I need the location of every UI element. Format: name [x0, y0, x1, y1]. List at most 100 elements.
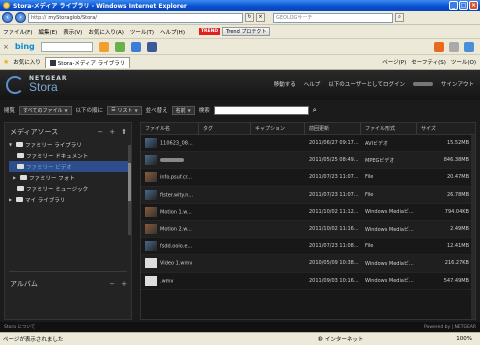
tree-item-family-documents[interactable]: ファミリー ドキュメント	[9, 150, 131, 161]
table-row[interactable]: Video 1.wmv 2010/05/09 10:38... Windows Me…	[141, 255, 475, 273]
search-icon[interactable]: ⌕	[395, 13, 404, 22]
tree-item-family-music[interactable]: ファミリー ミュージック	[9, 183, 131, 194]
column-tag[interactable]: タグ	[199, 122, 251, 135]
table-scrollbar[interactable]	[471, 135, 475, 319]
expanded-icon[interactable]: ▼	[9, 142, 14, 147]
add-icon[interactable]: +	[109, 128, 115, 136]
table-row[interactable]: info.psuf.cr... 2011/07/23 11:07... File 20…	[141, 169, 475, 187]
about-link[interactable]: Stora について	[4, 324, 35, 330]
menu-view[interactable]: 表示(V)	[63, 28, 82, 36]
remove-icon[interactable]: −	[97, 128, 103, 136]
thumbnail-icon	[145, 155, 157, 166]
maximize-button[interactable]: □	[459, 1, 468, 10]
table-row[interactable]: Motion 1.w... 2011/10/02 11:12... Windows …	[141, 204, 475, 221]
table-row[interactable]: fsdd.ooio.e... 2011/07/23 11:08... File 12.…	[141, 238, 475, 256]
mail-icon[interactable]	[98, 41, 109, 52]
table-row[interactable]: 110623_08... 2011/06/27 09:17... AVIビデオ 15.…	[141, 135, 475, 153]
table-row[interactable]: Motion 2.w... 2011/10/02 11:16... Windows …	[141, 220, 475, 239]
globe-icon: ◍	[318, 336, 323, 342]
sidebar-scrollbar[interactable]	[128, 145, 131, 235]
menu-file[interactable]: ファイル(F)	[3, 28, 32, 36]
view-select[interactable]: すべてのファイル ▼	[19, 105, 72, 115]
window-title: Stora-メディア ライブラリ - Windows Internet Expl…	[13, 3, 187, 10]
search-icon[interactable]: ⌕	[313, 106, 317, 115]
stop-icon[interactable]: ×	[256, 13, 265, 22]
safety-menu[interactable]: セーフティ(S)	[411, 58, 446, 66]
column-size[interactable]: サイズ	[417, 123, 473, 135]
column-updated[interactable]: 前回更新	[305, 122, 361, 135]
upload-icon[interactable]: ⬆	[121, 128, 127, 136]
status-bar: ページが表示されました ◍ インターネット 100%	[0, 332, 480, 345]
app-header: NETGEAR Stora 移動する ヘルプ 以下のユーザーとしてログイン サイ…	[0, 70, 480, 100]
bing-bar: × bing	[0, 39, 480, 55]
favorites-star-icon[interactable]: ★	[3, 58, 9, 66]
print-icon[interactable]	[449, 42, 459, 52]
forward-button[interactable]: ›	[15, 12, 26, 23]
menu-tools[interactable]: ツール(T)	[130, 28, 154, 36]
address-bar[interactable]: http:// myStoraglob/Stora/	[28, 12, 243, 23]
nav-help[interactable]: ヘルプ	[304, 80, 321, 88]
cell-text: Windows Mediaビ...	[365, 209, 414, 216]
chevron-down-icon: ▼	[134, 107, 138, 113]
collapsed-icon[interactable]: ▶	[13, 175, 18, 180]
cell-size: 26.78MB	[417, 192, 473, 198]
nav-logged-in-as: 以下のユーザーとしてログイン	[328, 82, 405, 88]
column-type[interactable]: ファイル形式	[361, 122, 417, 135]
cell-text: 2011/07/23 11:07...	[309, 191, 359, 198]
trend-protect-button[interactable]: Trend プロテクト	[222, 27, 271, 36]
cell-size: 846.38MB	[417, 157, 473, 163]
cell-name: info.psuf.cr...	[141, 172, 199, 183]
cell-text: 2011/07/23 11:07...	[309, 174, 359, 181]
tab-stora[interactable]: Stora-メディア ライブラリ	[44, 56, 131, 68]
cell-text: 846.38MB	[443, 157, 469, 164]
tree-item-family-library[interactable]: ▼ ファミリー ライブラリ	[9, 139, 131, 150]
nav-move[interactable]: 移動する	[274, 80, 296, 88]
cell-text: 216.27KB	[444, 260, 469, 267]
cell-text: File	[365, 191, 374, 198]
zoom-level[interactable]: 100%	[456, 336, 472, 342]
close-button[interactable]: ×	[469, 1, 478, 10]
menu-help[interactable]: ヘルプ(H)	[160, 28, 185, 36]
nav-signout[interactable]: サインアウト	[441, 80, 474, 88]
add-album-icon[interactable]: +	[121, 280, 127, 288]
page-menu[interactable]: ページ(P)	[382, 58, 406, 66]
column-caption[interactable]: キャプション	[251, 122, 305, 135]
table-row[interactable]: fister.wity.n... 2011/07/23 11:07... File 2…	[141, 186, 475, 204]
app-footer: Stora について Powered by | NETGEAR	[0, 322, 480, 332]
collapsed-icon[interactable]: ▶	[9, 197, 14, 202]
cell-text: 12.41MB	[446, 243, 469, 250]
file-search-input[interactable]	[213, 105, 309, 115]
minimize-button[interactable]: _	[449, 1, 458, 10]
display-select[interactable]: ☰ リスト ▼	[107, 105, 142, 115]
folder-icon	[17, 164, 24, 169]
cell-type: Windows Mediaビ...	[361, 260, 417, 267]
facebook-icon[interactable]	[146, 41, 157, 52]
bing-search-input[interactable]	[40, 41, 93, 52]
menu-bar: ファイル(F) 編集(E) 表示(V) お気に入り(A) ツール(T) ヘルプ(…	[0, 25, 480, 39]
back-button[interactable]: ‹	[2, 12, 13, 23]
tree-item-family-video[interactable]: ファミリー ビデオ	[9, 161, 131, 172]
remove-album-icon[interactable]: −	[109, 280, 115, 288]
favorites-label[interactable]: お気に入り	[13, 58, 41, 66]
rss-icon[interactable]	[434, 42, 444, 52]
tree-label: ファミリー フォト	[29, 175, 75, 182]
weather-icon[interactable]	[130, 41, 141, 52]
tools-menu[interactable]: ツール(O)	[451, 58, 476, 66]
ie-search-input[interactable]: GEOLOGサーチ	[273, 12, 393, 23]
tree-item-my-library[interactable]: ▶ マイ ライブラリ	[9, 194, 131, 205]
security-zone[interactable]: ◍ インターネット	[318, 335, 363, 343]
sort-select[interactable]: 名前 ▼	[171, 105, 195, 115]
settings-icon[interactable]	[464, 42, 474, 52]
table-row[interactable]: .wmv 2011/09/03 10:16... Windows Mediaビ...…	[141, 273, 475, 290]
tree-item-family-photo[interactable]: ▶ ファミリー フォト	[9, 172, 131, 183]
refresh-icon[interactable]: ↻	[245, 13, 254, 22]
menu-edit[interactable]: 編集(E)	[38, 28, 57, 36]
maps-icon[interactable]	[114, 41, 125, 52]
cell-text: 110623_08...	[160, 140, 193, 147]
close-toolbar-icon[interactable]: ×	[3, 43, 9, 51]
cell-text: 547.49MB	[443, 277, 469, 284]
table-row[interactable]: 2011/05/25 08:49... MPEGビデオ 846.38MB	[141, 152, 475, 170]
cell-text: 2011/05/25 08:49...	[309, 157, 359, 164]
column-filename[interactable]: ファイル名	[141, 122, 199, 135]
menu-favorites[interactable]: お気に入り(A)	[88, 28, 124, 36]
